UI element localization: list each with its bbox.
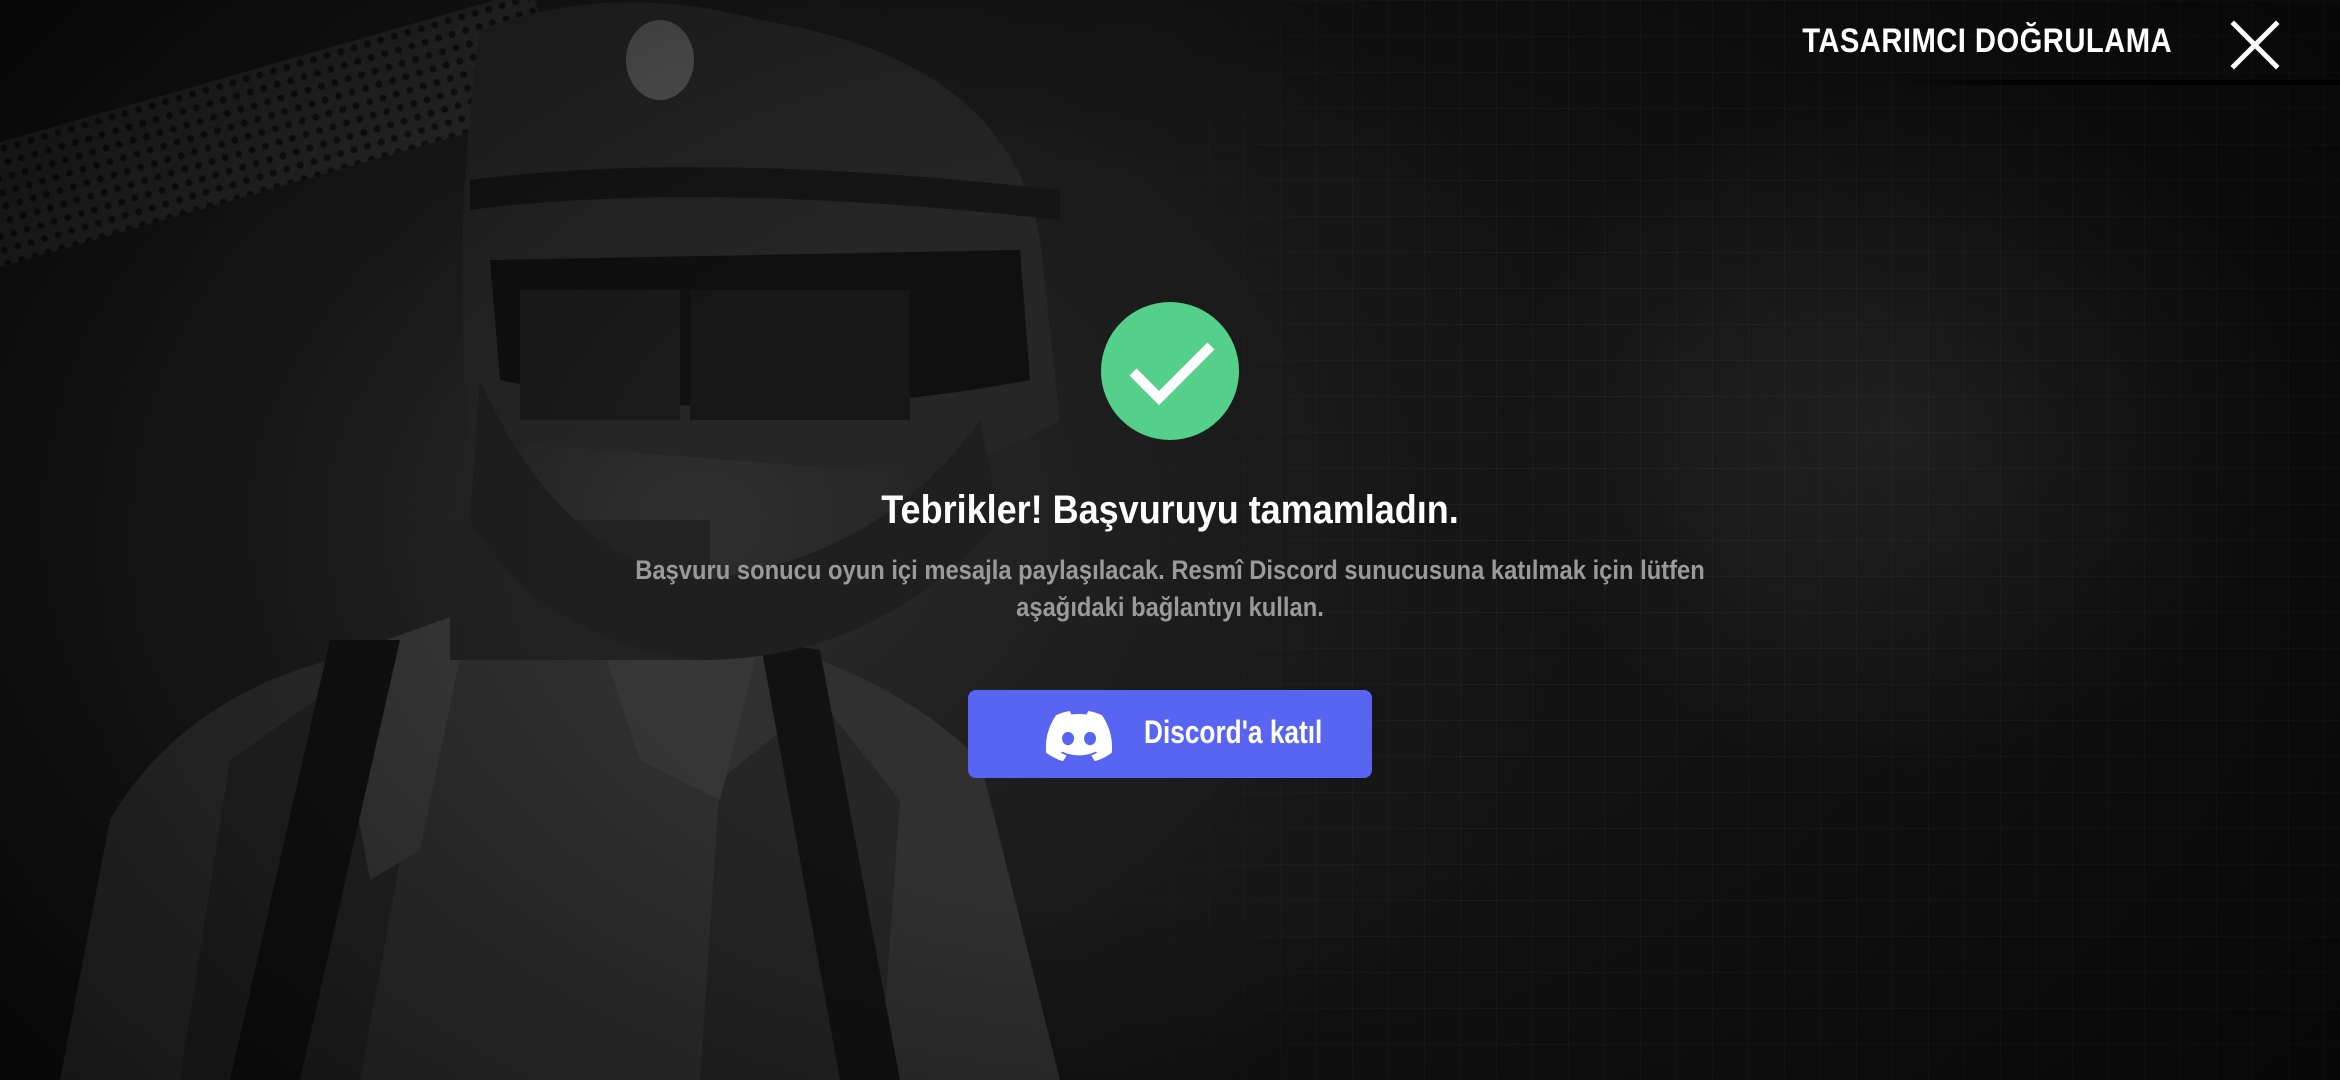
success-badge: [1101, 302, 1239, 440]
join-discord-button[interactable]: Discord'a katıl: [968, 690, 1372, 778]
close-button[interactable]: [2228, 18, 2282, 72]
check-icon: [1129, 342, 1215, 406]
close-icon: [2230, 20, 2280, 70]
page-title: TASARIMCI DOĞRULAMA: [1802, 22, 2172, 60]
success-description: Başvuru sonucu oyun içi mesajla paylaşıl…: [635, 555, 1705, 622]
dim-overlay: [0, 0, 2340, 1080]
discord-icon: [1045, 711, 1113, 761]
designer-verification-screen: TASARIMCI DOĞRULAMA Tebrikler! Başvuruyu…: [0, 0, 2340, 1080]
title-underline: [1890, 80, 2340, 85]
top-bar: TASARIMCI DOĞRULAMA: [1780, 0, 2340, 90]
success-headline: Tebrikler! Başvuruyu tamamladın.: [881, 488, 1459, 532]
join-discord-label: Discord'a katıl: [1144, 714, 1323, 750]
